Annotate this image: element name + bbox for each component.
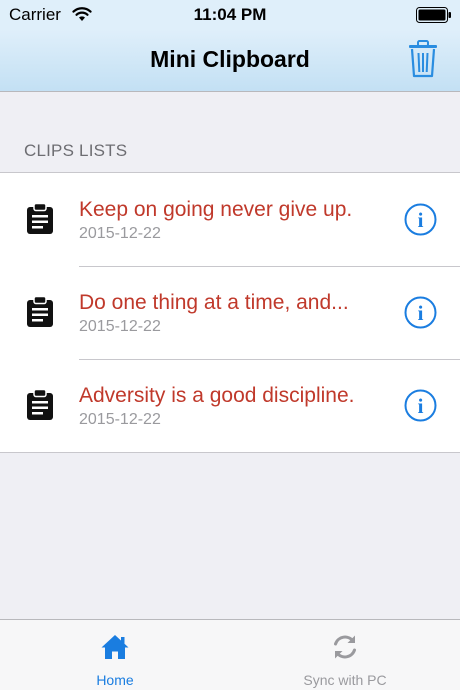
- clip-text: Do one thing at a time, and...: [79, 291, 349, 314]
- clip-date: 2015-12-22: [79, 411, 161, 428]
- navigation-bar: Mini Clipboard: [0, 30, 460, 92]
- svg-text:i: i: [418, 208, 424, 232]
- section-header: CLIPS LISTS: [24, 141, 128, 160]
- tab-bar: Home Sync with PC: [0, 619, 460, 690]
- battery-icon: [416, 7, 451, 23]
- trash-icon[interactable]: [408, 40, 438, 78]
- clip-text: Adversity is a good discipline.: [79, 384, 355, 407]
- clipboard-icon: [27, 296, 53, 327]
- svg-text:i: i: [418, 301, 424, 325]
- info-icon[interactable]: i: [404, 296, 437, 329]
- clips-list: Keep on going never give up. 2015-12-22 …: [0, 172, 460, 453]
- clipboard-icon: [27, 203, 53, 234]
- home-icon: [101, 635, 129, 659]
- info-icon[interactable]: i: [404, 389, 437, 422]
- clip-date: 2015-12-22: [79, 225, 161, 242]
- tab-home[interactable]: Home: [0, 620, 230, 690]
- info-icon[interactable]: i: [404, 203, 437, 236]
- page-title: Mini Clipboard: [150, 46, 310, 72]
- clip-date: 2015-12-22: [79, 318, 161, 335]
- status-bar: Carrier 11:04 PM: [0, 0, 460, 30]
- clipboard-icon: [27, 389, 53, 420]
- tab-sync[interactable]: Sync with PC: [230, 620, 460, 690]
- list-item[interactable]: Adversity is a good discipline. 2015-12-…: [0, 359, 460, 452]
- tab-label: Home: [96, 672, 134, 688]
- clip-text: Keep on going never give up.: [79, 198, 353, 221]
- list-item[interactable]: Do one thing at a time, and... 2015-12-2…: [0, 266, 460, 359]
- list-item[interactable]: Keep on going never give up. 2015-12-22 …: [0, 173, 460, 266]
- sync-icon: [334, 635, 356, 659]
- tab-label: Sync with PC: [303, 672, 387, 688]
- status-time: 11:04 PM: [193, 5, 267, 24]
- svg-text:i: i: [418, 394, 424, 418]
